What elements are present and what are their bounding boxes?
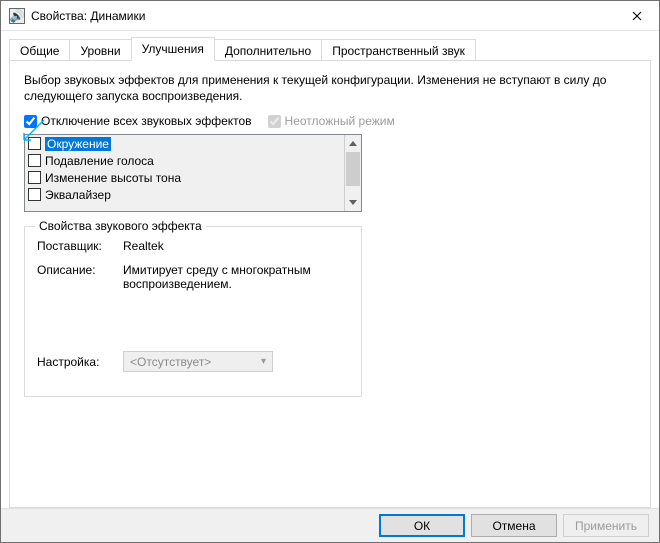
chevron-down-icon: ▾ bbox=[261, 356, 266, 367]
immediate-mode-input bbox=[268, 115, 281, 128]
disable-all-effects-checkbox[interactable]: Отключение всех звуковых эффектов bbox=[24, 114, 252, 128]
effect-checkbox[interactable] bbox=[28, 154, 41, 167]
setting-label: Настройка: bbox=[37, 355, 123, 369]
effects-listbox[interactable]: Окружение Подавление голоса Изменение вы… bbox=[24, 134, 362, 212]
scroll-up-button[interactable] bbox=[345, 135, 361, 152]
chevron-up-icon bbox=[349, 141, 357, 146]
scroll-track[interactable] bbox=[345, 152, 361, 194]
provider-label: Поставщик: bbox=[37, 239, 123, 253]
effect-properties-legend: Свойства звукового эффекта bbox=[35, 219, 206, 233]
tabs-container: Общие Уровни Улучшения Дополнительно Про… bbox=[1, 31, 659, 508]
effect-label: Подавление голоса bbox=[45, 154, 154, 168]
list-item[interactable]: Эквалайзер bbox=[25, 186, 344, 203]
tabstrip: Общие Уровни Улучшения Дополнительно Про… bbox=[9, 37, 651, 61]
tab-spatial-sound[interactable]: Пространственный звук bbox=[321, 39, 476, 62]
list-item[interactable]: Окружение bbox=[25, 135, 344, 152]
ok-button[interactable]: ОК bbox=[379, 514, 465, 537]
effect-label: Изменение высоты тона bbox=[45, 171, 181, 185]
list-item[interactable]: Изменение высоты тона bbox=[25, 169, 344, 186]
cancel-button[interactable]: Отмена bbox=[471, 514, 557, 537]
effect-checkbox[interactable] bbox=[28, 188, 41, 201]
scroll-thumb[interactable] bbox=[346, 152, 360, 186]
scrollbar[interactable] bbox=[344, 135, 361, 211]
provider-value: Realtek bbox=[123, 239, 349, 253]
tab-levels[interactable]: Уровни bbox=[69, 39, 131, 62]
immediate-mode-label: Неотложный режим bbox=[285, 114, 395, 128]
chevron-down-icon bbox=[349, 200, 357, 205]
effect-label: Эквалайзер bbox=[45, 188, 111, 202]
speaker-icon: 🔊 bbox=[9, 8, 25, 24]
properties-dialog: 🔊 Свойства: Динамики Общие Уровни Улучше… bbox=[0, 0, 660, 543]
description-label: Описание: bbox=[37, 263, 123, 291]
setting-value: <Отсутствует> bbox=[130, 355, 211, 369]
tab-advanced[interactable]: Дополнительно bbox=[214, 39, 322, 62]
close-button[interactable] bbox=[614, 1, 659, 30]
immediate-mode-checkbox: Неотложный режим bbox=[268, 114, 395, 128]
disable-all-effects-label: Отключение всех звуковых эффектов bbox=[41, 114, 252, 128]
close-icon bbox=[632, 11, 642, 21]
description-value: Имитирует среду с многократным воспроизв… bbox=[123, 263, 349, 291]
effects-items: Окружение Подавление голоса Изменение вы… bbox=[25, 135, 344, 211]
apply-button: Применить bbox=[563, 514, 649, 537]
window-title: Свойства: Динамики bbox=[31, 9, 614, 23]
tab-page-enhancements: Выбор звуковых эффектов для применения к… bbox=[9, 60, 651, 508]
enhancements-description: Выбор звуковых эффектов для применения к… bbox=[24, 73, 636, 104]
tab-general[interactable]: Общие bbox=[9, 39, 70, 62]
scroll-down-button[interactable] bbox=[345, 194, 361, 211]
setting-select: <Отсутствует> ▾ bbox=[123, 351, 273, 372]
disable-all-effects-input[interactable] bbox=[24, 115, 37, 128]
titlebar: 🔊 Свойства: Динамики bbox=[1, 1, 659, 31]
effect-checkbox[interactable] bbox=[28, 171, 41, 184]
effect-properties-group: Свойства звукового эффекта Поставщик: Re… bbox=[24, 226, 362, 397]
tab-enhancements[interactable]: Улучшения bbox=[131, 37, 215, 61]
dialog-button-bar: ОК Отмена Применить bbox=[1, 508, 659, 542]
effect-label: Окружение bbox=[45, 137, 111, 151]
effect-checkbox[interactable] bbox=[28, 137, 41, 150]
list-item[interactable]: Подавление голоса bbox=[25, 152, 344, 169]
